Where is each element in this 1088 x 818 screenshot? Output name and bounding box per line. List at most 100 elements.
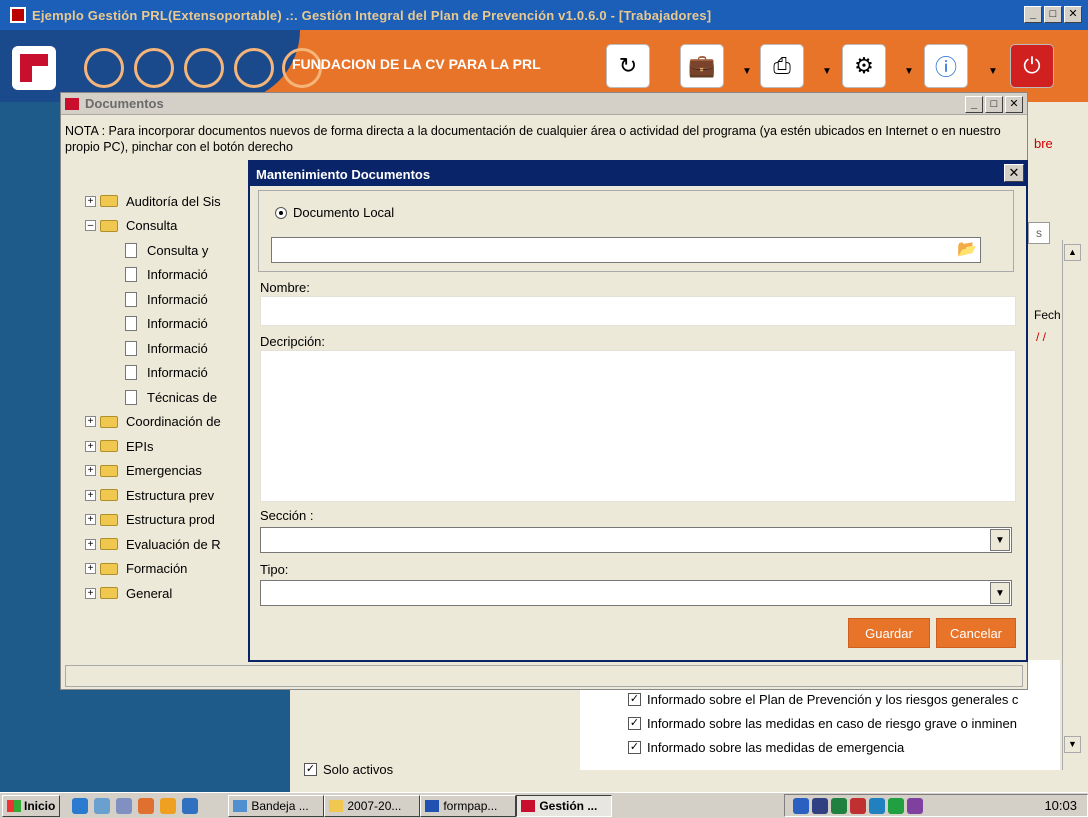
seccion-select[interactable]: ▼ [260,527,1012,553]
player-icon[interactable] [160,797,177,814]
collapse-icon[interactable]: – [85,220,96,232]
taskbar-item[interactable]: formpap... [420,794,517,817]
expand-icon[interactable]: + [85,440,96,452]
tree-label: Informació [147,316,208,332]
bg-scrollbar[interactable]: ▲ ▼ [1062,240,1082,770]
chevron-down-icon[interactable]: ▼ [990,582,1010,604]
helmet-icon[interactable] [184,48,224,88]
mask-icon[interactable] [84,48,124,88]
ear-protection-icon[interactable] [134,48,174,88]
tree-label: Formación [126,561,188,577]
tree-folder[interactable]: + Coordinación de [85,410,265,435]
scroll-down-icon[interactable]: ▼ [1064,736,1081,753]
update-icon[interactable] [869,797,885,814]
media-icon[interactable] [116,797,133,814]
tree-document[interactable]: Informació [85,336,265,361]
nombre-input[interactable] [260,296,1016,326]
tree-label: Consulta [126,218,178,234]
tree-folder[interactable]: + Emergencias [85,459,265,484]
descripcion-textarea[interactable] [260,350,1016,502]
tree-folder[interactable]: + EPIs [85,434,265,459]
file-path-input[interactable] [271,237,981,263]
document-icon [125,389,137,405]
browser-icon[interactable] [72,797,89,814]
explorer-icon[interactable] [94,797,111,814]
tree-document[interactable]: Técnicas de [85,385,265,410]
organization-name: FUNDACION DE LA CV PARA LA PRL [292,56,541,72]
tree-document[interactable]: Informació [85,361,265,386]
chevron-down-icon[interactable]: ▼ [742,66,752,77]
bg-tab-fragment[interactable]: s [1028,222,1050,244]
power-icon[interactable]: ⏻ [1010,44,1054,88]
volume-icon[interactable] [793,797,809,814]
taskbar-item[interactable]: Bandeja ... [228,794,325,817]
tree-folder[interactable]: + Estructura prev [85,483,265,508]
maximize-button[interactable]: □ [985,96,1003,113]
checkbox[interactable]: ✓ [304,763,317,776]
tree-folder[interactable]: + General [85,581,265,606]
tree-document[interactable]: Consulta y [85,238,265,263]
briefcase-icon[interactable]: 💼 [680,44,724,88]
tree-label: Técnicas de [147,389,218,405]
settings-icon[interactable] [182,797,199,814]
info-icon[interactable]: ⓘ [924,44,968,88]
radio-button[interactable] [275,206,287,219]
clock: 10:03 [1044,798,1077,813]
check-row[interactable]: ✓ Informado sobre las medidas en caso de … [628,716,1017,731]
tipo-select[interactable]: ▼ [260,580,1012,606]
checkbox[interactable]: ✓ [628,741,641,754]
chevron-down-icon[interactable]: ▼ [822,66,832,77]
ati-icon[interactable] [850,797,866,814]
tree-folder[interactable]: + Auditoría del Sis [85,189,265,214]
start-button[interactable]: Inicio [2,794,61,817]
chevron-down-icon[interactable]: ▼ [990,529,1010,551]
refresh-icon[interactable]: ↻ [606,44,650,88]
expand-icon[interactable]: + [85,563,96,575]
app-icon[interactable] [138,797,155,814]
scroll-up-icon[interactable]: ▲ [1064,244,1081,261]
save-button[interactable]: Guardar [848,618,930,648]
glove-icon[interactable] [234,48,274,88]
tree-folder[interactable]: – Consulta [85,214,265,239]
close-icon[interactable]: ✕ [1004,164,1024,182]
main-title-bar: Ejemplo Gestión PRL(Extensoportable) .:.… [0,0,1088,30]
tree-document[interactable]: Informació [85,312,265,337]
minimize-button[interactable]: _ [1024,6,1042,23]
check-row[interactable]: ✓ Informado sobre el Plan de Prevención y… [628,692,1018,707]
expand-icon[interactable]: + [85,514,96,526]
cancel-button[interactable]: Cancelar [936,618,1016,648]
chevron-down-icon[interactable]: ▼ [904,66,914,77]
antivirus-icon[interactable] [831,797,847,814]
expand-icon[interactable]: + [85,195,96,207]
tree-document[interactable]: Informació [85,263,265,288]
open-folder-icon[interactable]: 📂 [955,239,979,261]
expand-icon[interactable]: + [85,587,96,599]
minimize-button[interactable]: _ [965,96,983,113]
close-button[interactable]: ✕ [1064,6,1082,23]
close-button[interactable]: ✕ [1005,96,1023,113]
expand-icon[interactable]: + [85,416,96,428]
check-row[interactable]: ✓ Informado sobre las medidas de emergenc… [628,740,904,755]
checkbox[interactable]: ✓ [628,717,641,730]
checkbox[interactable]: ✓ [628,693,641,706]
tree-folder[interactable]: + Formación [85,557,265,582]
expand-icon[interactable]: + [85,538,96,550]
chevron-down-icon[interactable]: ▼ [988,66,998,77]
expand-icon[interactable]: + [85,489,96,501]
tree-folder[interactable]: + Estructura prod [85,508,265,533]
network-icon[interactable] [812,797,828,814]
nombre-label: Nombre: [260,280,310,295]
messenger-icon[interactable] [907,797,923,814]
expand-icon[interactable]: + [85,465,96,477]
taskbar-item[interactable]: 2007-20... [324,794,421,817]
tree-folder[interactable]: + Evaluación de R [85,532,265,557]
taskbar-item-active[interactable]: Gestión ... [516,794,613,817]
documento-local-option[interactable]: Documento Local [275,205,394,220]
security-icon[interactable] [888,797,904,814]
tree-document[interactable]: Informació [85,287,265,312]
solo-activos-row[interactable]: ✓ Solo activos [304,762,393,777]
folder-icon [100,587,118,600]
restore-button[interactable]: □ [1044,6,1062,23]
tools-icon[interactable]: ⚙ [842,44,886,88]
printer-icon[interactable]: ⎙ [760,44,804,88]
